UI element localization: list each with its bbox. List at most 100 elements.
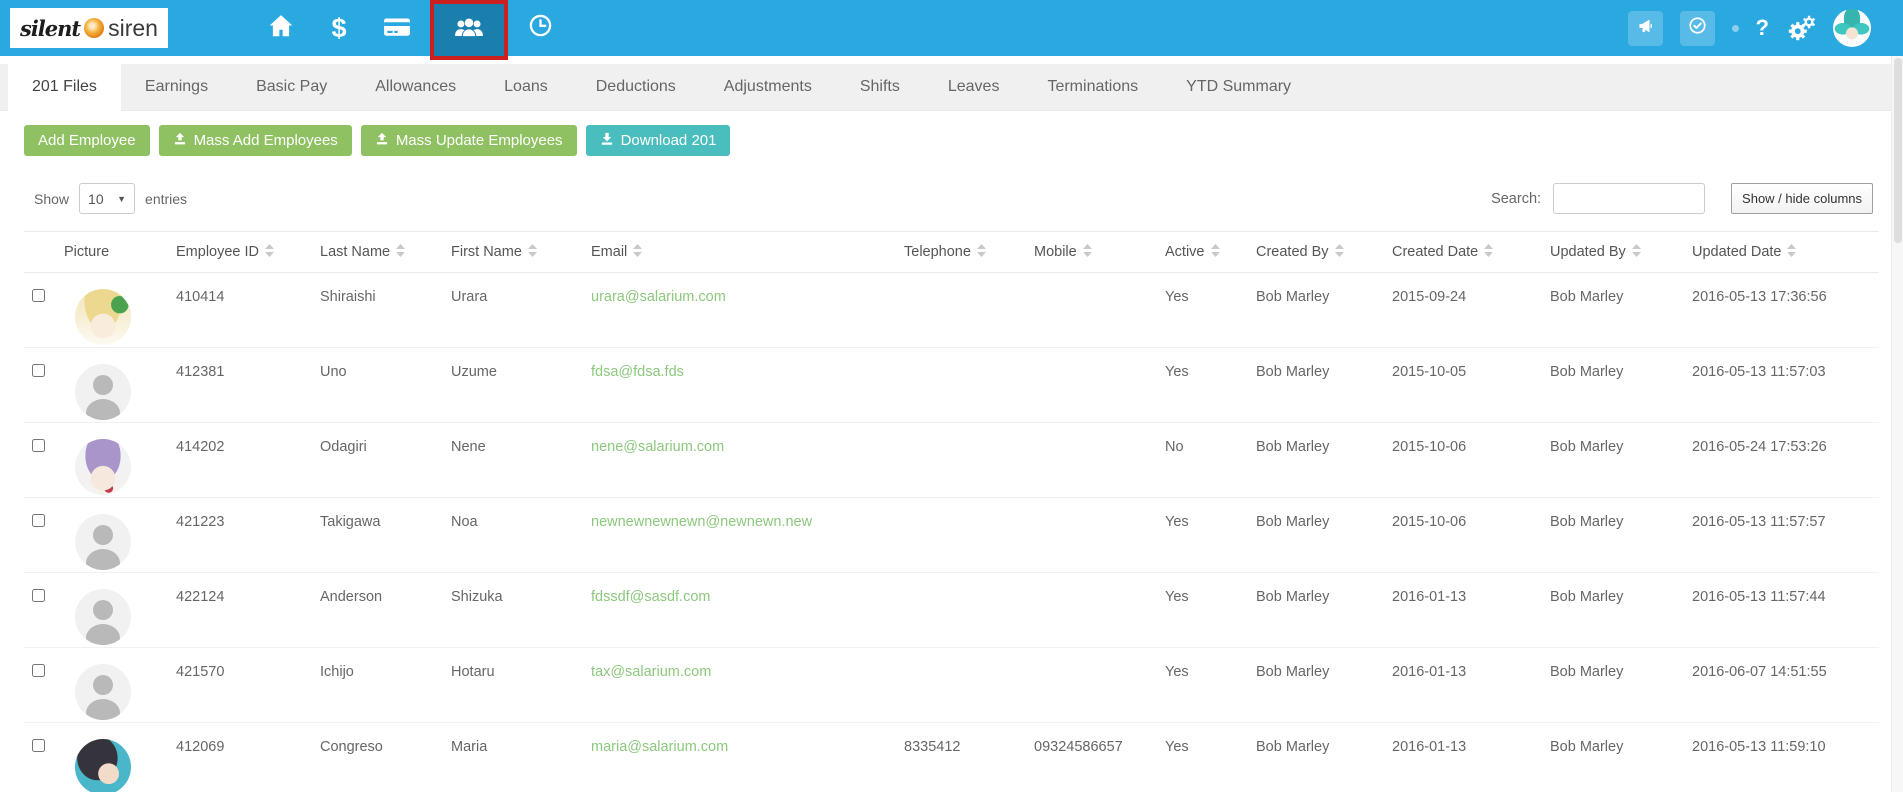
cell-last-name: Congreso [320,739,383,755]
tab-shifts[interactable]: Shifts [836,64,924,110]
tab-leaves[interactable]: Leaves [924,64,1024,110]
tab-terminations[interactable]: Terminations [1023,64,1162,110]
sort-icon [1210,244,1220,257]
search-input[interactable] [1553,183,1706,214]
user-avatar[interactable] [1833,9,1871,47]
row-checkbox[interactable] [32,439,45,452]
cell-employee-id: 412381 [176,364,225,380]
employee-avatar [75,514,131,570]
cell-telephone [904,648,1034,723]
vertical-scrollbar[interactable] [1891,56,1903,792]
employee-table: Picture Employee ID Last Name First Name… [24,231,1879,792]
column-header-employee-id[interactable]: Employee ID [176,232,320,273]
email-link[interactable]: urara@salarium.com [591,289,726,305]
column-header-email[interactable]: Email [591,232,904,273]
cell-updated-date: 2016-05-13 11:59:10 [1692,739,1826,755]
scrollbar-thumb[interactable] [1894,58,1902,243]
row-checkbox[interactable] [32,289,45,302]
cell-mobile: 09324586657 [1034,739,1123,755]
entries-select[interactable]: 10 ▼ [79,183,136,214]
row-checkbox[interactable] [32,514,45,527]
cell-created-date: 2016-01-13 [1392,739,1467,755]
person-silhouette-icon [86,525,120,570]
email-link[interactable]: tax@salarium.com [591,664,711,680]
mass-update-employees-button[interactable]: Mass Update Employees [360,125,577,156]
nav-home[interactable] [256,0,306,56]
cell-first-name: Maria [451,739,488,755]
mass-update-label: Mass Update Employees [395,132,563,149]
add-employee-button[interactable]: Add Employee [24,125,150,156]
cell-employee-id: 414202 [176,439,225,455]
settings-gears-icon[interactable] [1786,15,1816,42]
column-header-active[interactable]: Active [1165,232,1256,273]
top-navigation-bar: silent siren $ ? [0,0,1903,60]
download-201-button[interactable]: Download 201 [585,125,731,156]
cell-employee-id: 410414 [176,289,225,305]
cell-mobile [1034,573,1165,648]
column-header-created-by[interactable]: Created By [1256,232,1392,273]
nav-employees[interactable] [429,0,508,60]
row-checkbox[interactable] [32,589,45,602]
row-checkbox[interactable] [32,664,45,677]
column-header-first-name[interactable]: First Name [451,232,591,273]
nav-payments[interactable] [372,0,422,56]
cell-telephone [904,498,1034,573]
tab-basic-pay[interactable]: Basic Pay [232,64,351,110]
tab-201-files[interactable]: 201 Files [8,64,121,111]
tab-ytd-summary[interactable]: YTD Summary [1162,64,1315,110]
employee-avatar [75,439,131,495]
status-dot [1731,24,1739,32]
employee-avatar [75,589,131,645]
tab-deductions[interactable]: Deductions [572,64,700,110]
approvals-button[interactable] [1679,10,1715,46]
credit-card-icon [383,15,411,42]
search-label: Search: [1491,190,1542,207]
column-header-telephone[interactable]: Telephone [904,232,1034,273]
row-checkbox[interactable] [32,739,45,752]
cell-first-name: Hotaru [451,664,495,680]
entries-label: entries [145,190,188,207]
sort-icon [1787,244,1797,257]
table-row: 412381 Uno Uzume fdsa@fdsa.fds Yes Bob M… [24,348,1879,423]
nav-time[interactable] [516,0,566,56]
cell-mobile [1034,273,1165,348]
entries-value: 10 [88,190,104,207]
cell-active: Yes [1165,589,1189,605]
tab-loans[interactable]: Loans [480,64,572,110]
cell-created-date: 2016-01-13 [1392,664,1467,680]
employee-avatar [75,739,131,792]
logo-text-silent: silent [20,15,81,41]
email-link[interactable]: fdssdf@sasdf.com [591,589,710,605]
tab-earnings[interactable]: Earnings [121,64,232,110]
employee-avatar [75,364,131,420]
cell-first-name: Uzume [451,364,497,380]
cell-updated-date: 2016-05-24 17:53:26 [1692,439,1827,455]
cell-telephone [904,573,1034,648]
column-header-mobile[interactable]: Mobile [1034,232,1165,273]
app-logo[interactable]: silent siren [10,8,168,48]
check-circle-icon [1688,17,1706,39]
column-header-last-name[interactable]: Last Name [320,232,451,273]
email-link[interactable]: newnewnewnewn@newnewn.new [591,514,812,530]
column-header-updated-date[interactable]: Updated Date [1692,232,1879,273]
column-header-select [24,232,64,273]
email-link[interactable]: maria@salarium.com [591,739,728,755]
email-link[interactable]: nene@salarium.com [591,439,724,455]
column-header-created-date[interactable]: Created Date [1392,232,1550,273]
show-hide-columns-button[interactable]: Show / hide columns [1731,183,1873,214]
sort-icon [1484,244,1494,257]
topbar-right-actions: ? [1627,9,1871,47]
cell-updated-by: Bob Marley [1550,289,1624,305]
cell-updated-date: 2016-05-13 11:57:03 [1692,364,1826,380]
row-checkbox[interactable] [32,364,45,377]
help-icon[interactable]: ? [1756,15,1769,41]
column-header-updated-by[interactable]: Updated By [1550,232,1692,273]
tab-allowances[interactable]: Allowances [351,64,480,110]
employee-toolbar: Add Employee Mass Add Employees Mass Upd… [24,125,1903,156]
dollar-icon: $ [331,12,347,43]
mass-add-employees-button[interactable]: Mass Add Employees [158,125,352,156]
nav-payroll[interactable]: $ [314,0,364,56]
tab-adjustments[interactable]: Adjustments [700,64,836,110]
announcements-button[interactable] [1627,10,1663,46]
email-link[interactable]: fdsa@fdsa.fds [591,364,684,380]
